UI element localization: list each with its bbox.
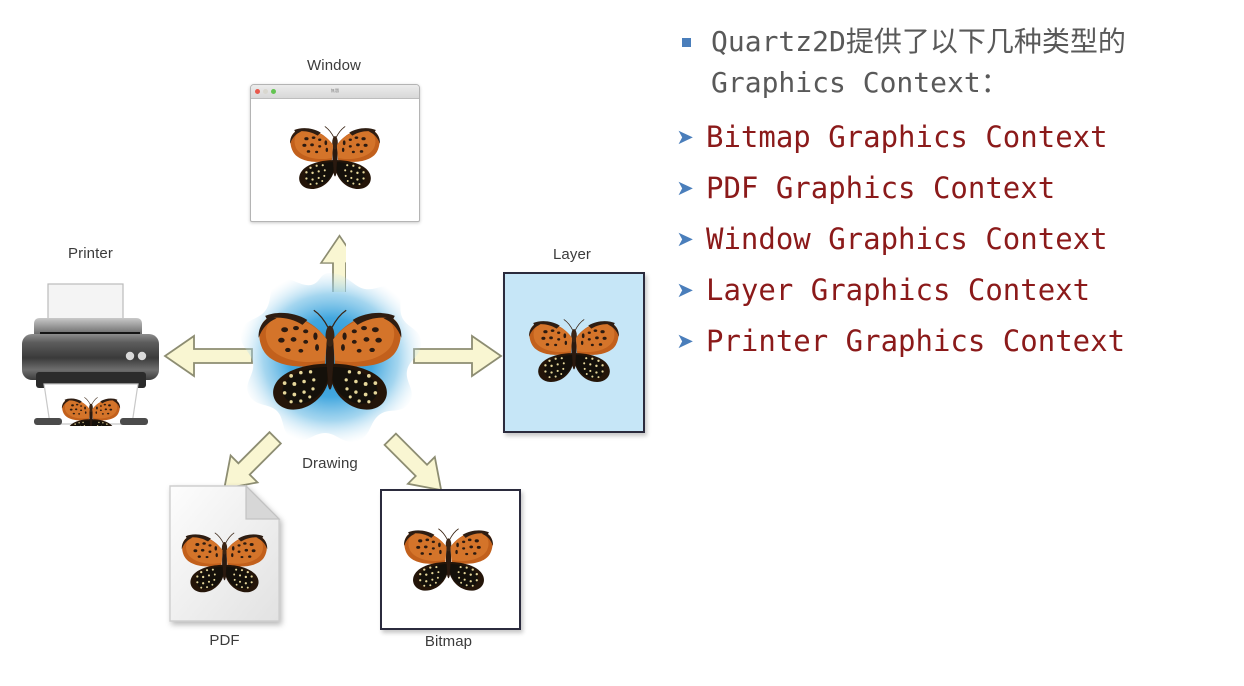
heading-line-1: Quartz2D提供了以下几种类型的 <box>711 25 1126 58</box>
quartz-context-diagram: Drawing Window 無題 Layer Bitmap PDF Print… <box>0 0 660 686</box>
window-butterfly-icon <box>289 126 381 190</box>
heading-bullet-row: Quartz2D提供了以下几种类型的 Graphics Context： <box>660 22 1244 104</box>
context-list: ➤ Bitmap Graphics Context ➤ PDF Graphics… <box>660 114 1244 365</box>
bitmap-label: Bitmap <box>424 633 473 650</box>
arrow-bullet-icon: ➤ <box>676 176 694 200</box>
pdf-label: PDF <box>209 632 240 649</box>
bitmap-butterfly-icon <box>403 528 494 592</box>
arrow-bullet-icon: ➤ <box>676 329 694 353</box>
window-canvas <box>251 99 419 220</box>
bitmap-node[interactable] <box>380 489 521 630</box>
layer-butterfly-icon <box>528 319 620 383</box>
list-item-bitmap[interactable]: ➤ Bitmap Graphics Context <box>660 114 1244 161</box>
list-item-label: Layer Graphics Context <box>706 272 1091 307</box>
drawing-node <box>235 265 425 455</box>
list-item-label: Printer Graphics Context <box>706 323 1126 358</box>
heading-line-2: Graphics Context： <box>711 65 1009 99</box>
list-item-label: Bitmap Graphics Context <box>706 119 1108 154</box>
arrow-bullet-icon: ➤ <box>676 227 694 251</box>
list-item-label: PDF Graphics Context <box>706 170 1056 205</box>
list-item-label: Window Graphics Context <box>706 221 1108 256</box>
window-node[interactable]: 無題 <box>250 84 420 222</box>
list-item-pdf[interactable]: ➤ PDF Graphics Context <box>660 165 1244 212</box>
pdf-butterfly-icon <box>181 532 268 593</box>
drawing-butterfly-icon <box>257 309 403 411</box>
printer-label: Printer <box>68 245 113 262</box>
layer-label: Layer <box>552 246 592 263</box>
layer-node[interactable] <box>503 272 645 433</box>
list-item-printer[interactable]: ➤ Printer Graphics Context <box>660 318 1244 365</box>
list-item-layer[interactable]: ➤ Layer Graphics Context <box>660 267 1244 314</box>
window-titlebar: 無題 <box>251 85 419 99</box>
pdf-node[interactable] <box>168 484 281 623</box>
list-item-window[interactable]: ➤ Window Graphics Context <box>660 216 1244 263</box>
square-bullet-icon <box>682 38 691 47</box>
arrow-to-layer <box>413 334 503 378</box>
arrow-bullet-icon: ➤ <box>676 278 694 302</box>
window-label: Window <box>307 57 361 74</box>
printer-node[interactable] <box>18 272 163 428</box>
printer-butterfly-icon <box>61 397 121 426</box>
bullet-list-panel: Quartz2D提供了以下几种类型的 Graphics Context： ➤ B… <box>660 22 1244 369</box>
slide-root: Drawing Window 無題 Layer Bitmap PDF Print… <box>0 0 1244 686</box>
window-title: 無題 <box>330 88 340 93</box>
drawing-label: Drawing <box>302 455 358 472</box>
arrow-bullet-icon: ➤ <box>676 125 694 149</box>
heading-text: Quartz2D提供了以下几种类型的 Graphics Context： <box>711 22 1126 104</box>
